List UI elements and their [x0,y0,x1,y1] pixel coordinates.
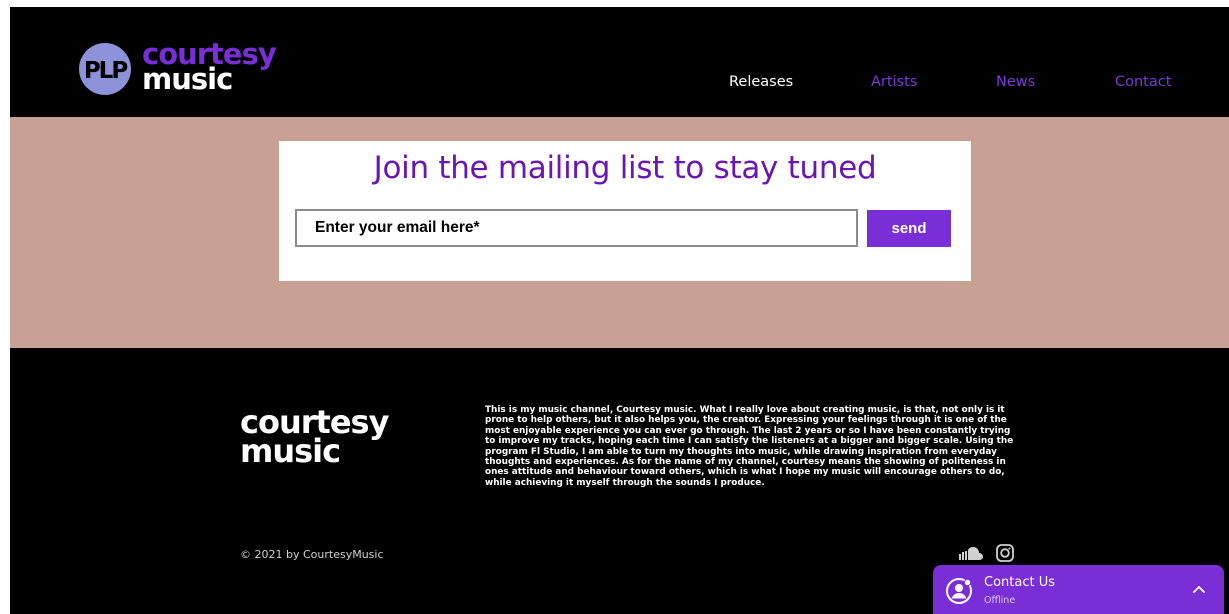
nav-releases[interactable]: Releases [729,74,793,96]
instagram-icon[interactable] [996,544,1014,562]
mailing-card: Join the mailing list to stay tuned send [279,141,971,281]
send-button[interactable]: send [867,210,951,247]
chat-status: Offline [984,595,1016,606]
email-input[interactable] [295,209,858,247]
footer-logo: courtesy music [240,404,391,468]
copyright: © 2021 by CourtesyMusic [240,548,384,561]
contact-us-chat-widget[interactable]: Contact Us Offline [933,565,1224,614]
logo-badge-text: PLP [84,58,128,84]
footer-logo-music: music [240,432,340,468]
footer-about-text: This is my music channel, Courtesy music… [485,405,1014,488]
mailing-title: Join the mailing list to stay tuned [373,150,877,186]
nav-contact[interactable]: Contact [1115,74,1171,96]
chat-avatar-icon [946,578,972,604]
site-logo[interactable]: PLP courtesy music [76,36,276,98]
nav-news[interactable]: News [996,74,1035,96]
page: PLP courtesy music Releases Artists News… [0,0,1229,614]
logo-word-music: music [142,62,232,96]
nav-artists[interactable]: Artists [871,74,917,96]
soundcloud-icon[interactable] [958,546,984,560]
chevron-up-icon[interactable] [1193,585,1205,593]
chat-title: Contact Us [984,575,1055,590]
